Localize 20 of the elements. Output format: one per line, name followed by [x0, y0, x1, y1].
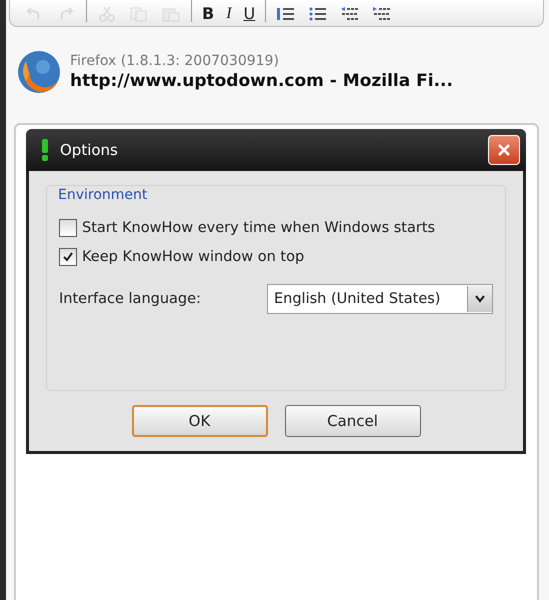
underline-button[interactable]: U — [242, 6, 258, 22]
app-version-text: Firefox (1.8.1.3: 2007030919) — [70, 53, 280, 69]
language-label: Interface language: — [59, 291, 201, 307]
bold-button[interactable]: B — [200, 6, 216, 22]
dialog-title: Options — [60, 141, 119, 159]
ok-button[interactable]: OK — [132, 405, 268, 437]
checkmark-icon — [61, 250, 75, 264]
close-button[interactable] — [488, 135, 520, 165]
checkbox[interactable] — [59, 219, 77, 237]
exclamation-icon — [40, 139, 50, 161]
firefox-logo-icon — [16, 49, 62, 95]
checkbox-label: Start KnowHow every time when Windows starts — [82, 220, 436, 236]
chevron-down-icon — [474, 294, 486, 304]
cancel-button[interactable]: Cancel — [284, 405, 420, 437]
language-dropdown[interactable]: English (United States) — [267, 284, 493, 314]
checkbox[interactable] — [59, 248, 77, 266]
window-caption-text: http://www.uptodown.com - Mozilla Fi... — [70, 71, 453, 91]
checkbox-label: Keep KnowHow window on top — [82, 249, 304, 265]
close-icon — [496, 142, 512, 158]
italic-button[interactable]: I — [224, 6, 234, 22]
